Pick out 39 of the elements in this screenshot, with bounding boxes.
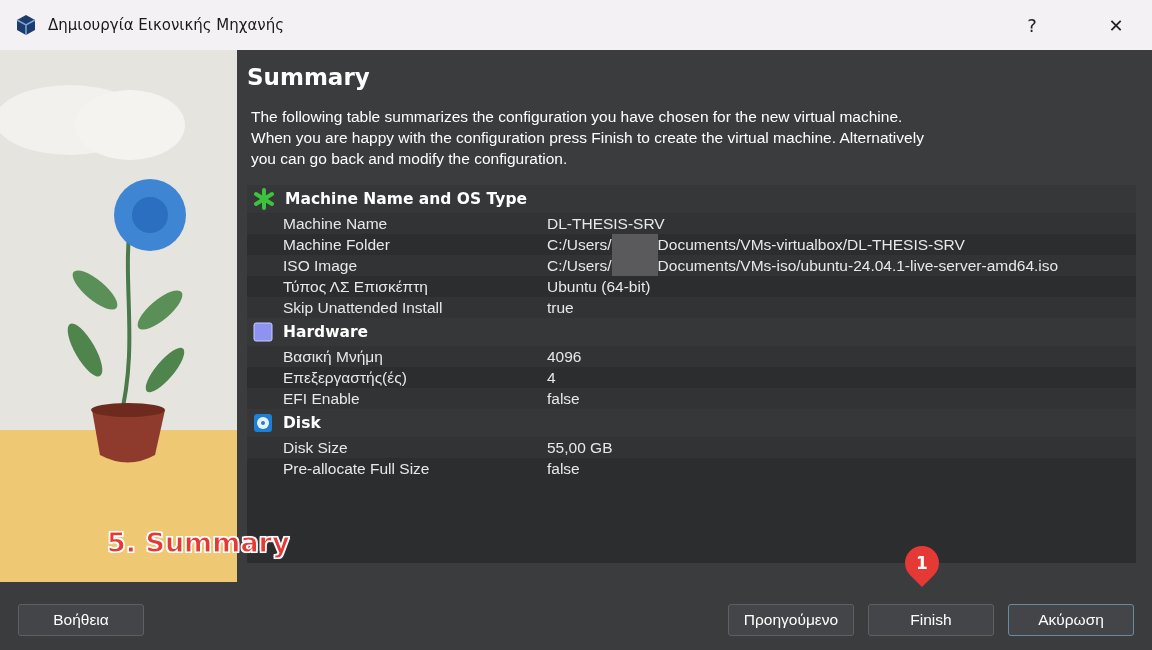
- cube-icon: [16, 14, 36, 36]
- property-name: Pre-allocate Full Size: [283, 459, 430, 478]
- property-value: 4096: [547, 347, 582, 366]
- property-value: Ubuntu (64-bit): [547, 277, 651, 296]
- property-name: Machine Name: [283, 214, 388, 233]
- asterisk-icon: [253, 188, 275, 210]
- section-title: Hardware: [283, 323, 369, 341]
- property-value: Documents/VMs-virtualbox/DL-THESIS-SRV: [657, 235, 965, 254]
- redaction-block: [611, 255, 658, 276]
- property-name: Επεξεργαστής(ές): [283, 368, 407, 387]
- cancel-button[interactable]: Ακύρωση: [1008, 604, 1134, 636]
- back-button[interactable]: Προηγούμενο: [728, 604, 854, 636]
- property-name: Machine Folder: [283, 235, 390, 254]
- property-name: Βασική Μνήμη: [283, 347, 383, 366]
- help-button[interactable]: Βοήθεια: [18, 604, 144, 636]
- page-title: Summary: [247, 64, 371, 90]
- property-name: ISO Image: [283, 256, 358, 275]
- property-name: EFI Enable: [283, 389, 360, 408]
- description: The following table summarizes the configuration you have chosen for the new virtual machine. When you are happy with the configuration press Finish to create the virtual machine. Alternatively you can go back and modify the configuration.: [251, 107, 925, 169]
- property-value: DL-THESIS-SRV: [547, 214, 665, 233]
- section-title: Disk: [283, 414, 321, 432]
- section-title: Machine Name and OS Type: [285, 190, 528, 208]
- property-value: Documents/VMs-iso/ubuntu-24.04.1-live-server-amd64.iso: [657, 256, 1059, 275]
- property-value: C:/Users/: [547, 256, 612, 275]
- property-value: false: [547, 459, 580, 478]
- property-value: false: [547, 389, 580, 408]
- property-value: true: [547, 298, 574, 317]
- redaction-block: [611, 234, 658, 255]
- property-name: Τύπος ΛΣ Επισκέπτη: [283, 277, 428, 296]
- property-value: 4: [547, 368, 556, 387]
- close-button[interactable]: ✕: [1080, 0, 1152, 50]
- property-value: 55,00 GB: [547, 438, 613, 457]
- property-name: Disk Size: [283, 438, 348, 457]
- finish-button[interactable]: Finish: [868, 604, 994, 636]
- property-value: C:/Users/: [547, 235, 612, 254]
- property-name: Skip Unattended Install: [283, 298, 443, 317]
- chip-icon: [253, 322, 273, 342]
- window-title: Δημιουργία Εικονικής Μηχανής: [48, 16, 285, 34]
- help-button[interactable]: ?: [996, 0, 1068, 50]
